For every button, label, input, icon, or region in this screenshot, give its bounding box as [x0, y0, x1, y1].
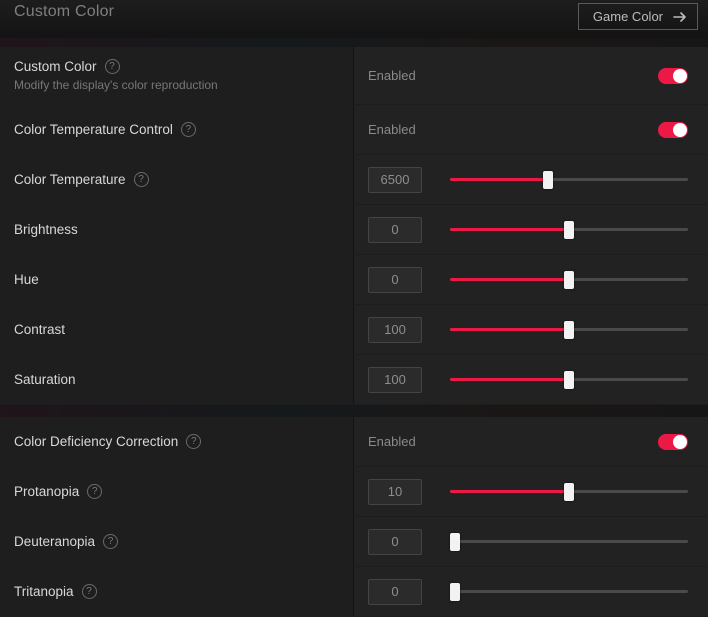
protanopia-label: Protanopia: [14, 484, 79, 499]
temp-control-toggle[interactable]: [658, 122, 688, 138]
slider-thumb[interactable]: [543, 171, 553, 189]
row-saturation: Saturation 100: [0, 355, 708, 405]
slider-fill: [450, 490, 569, 493]
saturation-label: Saturation: [14, 372, 76, 387]
row-deuteranopia: Deuteranopia 0: [0, 517, 708, 567]
slider-fill: [450, 278, 569, 281]
temperature-value[interactable]: 6500: [368, 167, 422, 193]
deuteranopia-slider[interactable]: [450, 533, 688, 551]
value-cell: 100: [354, 355, 708, 404]
deficiency-toggle[interactable]: [658, 434, 688, 450]
row-hue: Hue 0: [0, 255, 708, 305]
arrow-right-icon: [673, 11, 687, 23]
help-icon[interactable]: [82, 584, 97, 599]
value-cell: 0: [354, 517, 708, 566]
temp-control-label: Color Temperature Control: [14, 122, 173, 137]
value-cell: Enabled: [354, 417, 708, 466]
value-cell: Enabled: [354, 47, 708, 104]
row-contrast: Contrast 100: [0, 305, 708, 355]
divider: [0, 405, 708, 417]
label-cell: Protanopia: [0, 467, 354, 516]
label-cell: Color Deficiency Correction: [0, 417, 354, 466]
custom-color-toggle[interactable]: [658, 68, 688, 84]
slider-thumb[interactable]: [450, 533, 460, 551]
protanopia-value[interactable]: 10: [368, 479, 422, 505]
value-cell: 0: [354, 205, 708, 254]
slider-thumb[interactable]: [564, 321, 574, 339]
value-cell: Enabled: [354, 105, 708, 154]
temperature-label: Color Temperature: [14, 172, 126, 187]
label-cell: Deuteranopia: [0, 517, 354, 566]
row-protanopia: Protanopia 10: [0, 467, 708, 517]
divider: [0, 38, 708, 47]
game-color-label: Game Color: [593, 9, 663, 24]
custom-color-sub: Modify the display's color reproduction: [14, 78, 339, 92]
label-cell: Color Temperature Control: [0, 105, 354, 154]
slider-thumb[interactable]: [564, 271, 574, 289]
value-cell: 6500: [354, 155, 708, 204]
slider-thumb[interactable]: [450, 583, 460, 601]
row-brightness: Brightness 0: [0, 205, 708, 255]
label-cell: Tritanopia: [0, 567, 354, 616]
slider-fill: [450, 228, 569, 231]
contrast-slider[interactable]: [450, 321, 688, 339]
saturation-value[interactable]: 100: [368, 367, 422, 393]
row-tritanopia: Tritanopia 0: [0, 567, 708, 617]
value-cell: 0: [354, 255, 708, 304]
value-cell: 100: [354, 305, 708, 354]
label-cell: Brightness: [0, 205, 354, 254]
hue-label: Hue: [14, 272, 39, 287]
slider-thumb[interactable]: [564, 221, 574, 239]
label-cell: Contrast: [0, 305, 354, 354]
page-title: Custom Color: [14, 3, 114, 21]
label-cell: Color Temperature: [0, 155, 354, 204]
contrast-label: Contrast: [14, 322, 65, 337]
slider-thumb[interactable]: [564, 371, 574, 389]
label-cell: Hue: [0, 255, 354, 304]
value-cell: 0: [354, 567, 708, 616]
deuteranopia-label: Deuteranopia: [14, 534, 95, 549]
hue-value[interactable]: 0: [368, 267, 422, 293]
saturation-slider[interactable]: [450, 371, 688, 389]
label-cell: Custom Color Modify the display's color …: [0, 47, 354, 104]
temperature-slider[interactable]: [450, 171, 688, 189]
hue-slider[interactable]: [450, 271, 688, 289]
contrast-value[interactable]: 100: [368, 317, 422, 343]
row-custom-color: Custom Color Modify the display's color …: [0, 47, 708, 105]
help-icon[interactable]: [134, 172, 149, 187]
page-header: Custom Color Game Color: [0, 0, 708, 38]
protanopia-slider[interactable]: [450, 483, 688, 501]
help-icon[interactable]: [181, 122, 196, 137]
enabled-text: Enabled: [368, 68, 630, 83]
enabled-text: Enabled: [368, 122, 630, 137]
slider-fill: [450, 328, 569, 331]
help-icon[interactable]: [105, 59, 120, 74]
enabled-text: Enabled: [368, 434, 630, 449]
brightness-slider[interactable]: [450, 221, 688, 239]
label-cell: Saturation: [0, 355, 354, 404]
value-cell: 10: [354, 467, 708, 516]
tritanopia-label: Tritanopia: [14, 584, 74, 599]
row-deficiency: Color Deficiency Correction Enabled: [0, 417, 708, 467]
help-icon[interactable]: [103, 534, 118, 549]
row-temperature: Color Temperature 6500: [0, 155, 708, 205]
game-color-button[interactable]: Game Color: [578, 3, 698, 30]
custom-color-label: Custom Color: [14, 59, 97, 74]
brightness-value[interactable]: 0: [368, 217, 422, 243]
deuteranopia-value[interactable]: 0: [368, 529, 422, 555]
help-icon[interactable]: [87, 484, 102, 499]
tritanopia-value[interactable]: 0: [368, 579, 422, 605]
row-temp-control: Color Temperature Control Enabled: [0, 105, 708, 155]
tritanopia-slider[interactable]: [450, 583, 688, 601]
help-icon[interactable]: [186, 434, 201, 449]
slider-fill: [450, 178, 548, 181]
settings-list: Custom Color Modify the display's color …: [0, 47, 708, 617]
deficiency-label: Color Deficiency Correction: [14, 434, 178, 449]
brightness-label: Brightness: [14, 222, 78, 237]
slider-thumb[interactable]: [564, 483, 574, 501]
slider-fill: [450, 378, 569, 381]
